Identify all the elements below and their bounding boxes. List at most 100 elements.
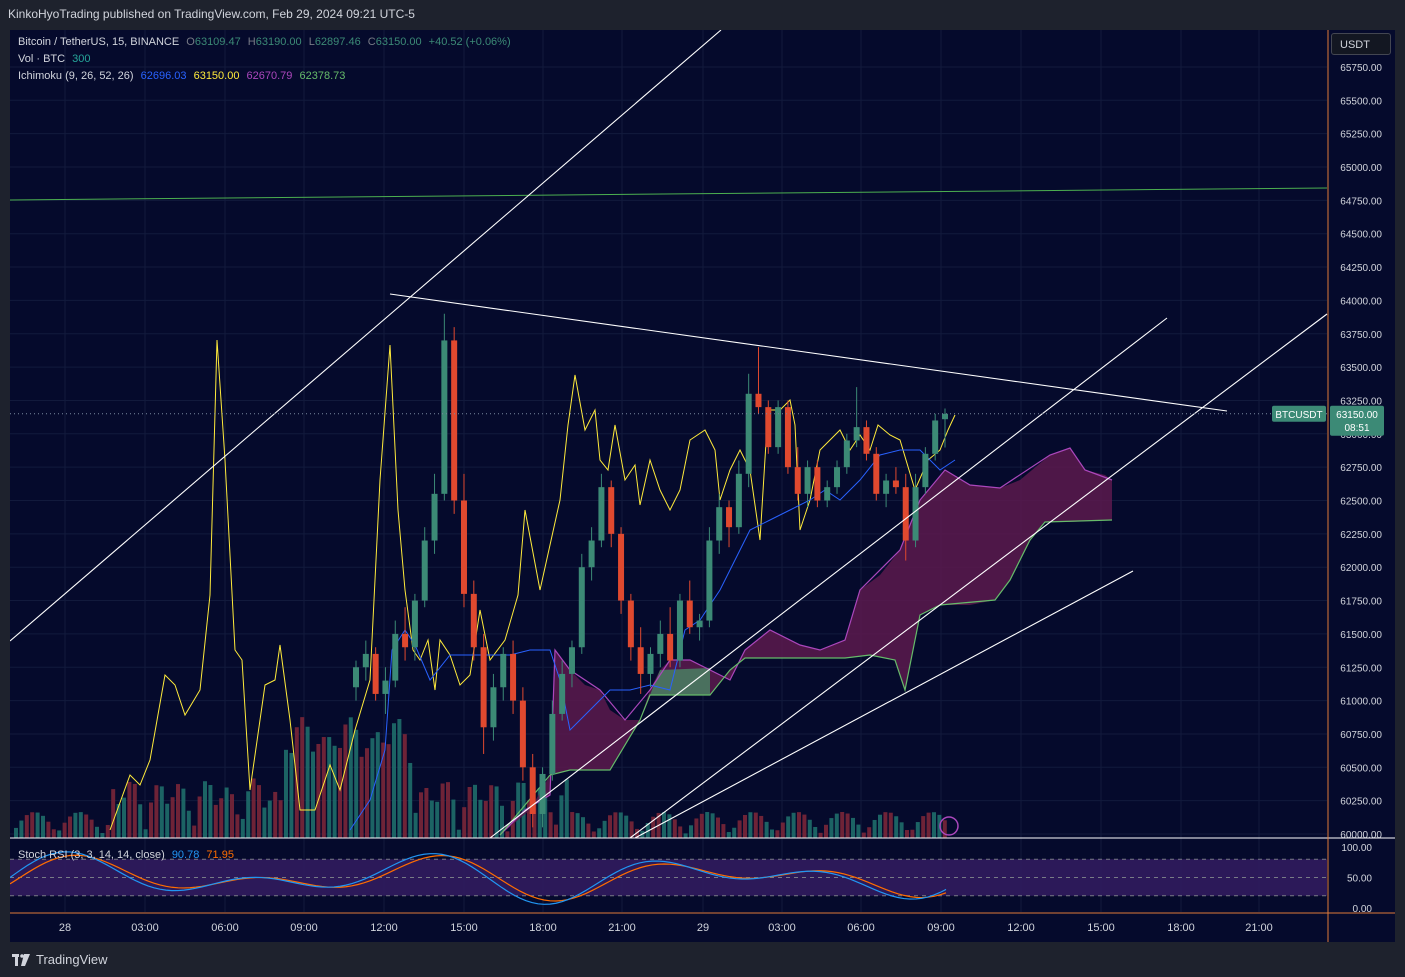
high-value: 63190.00 [255, 36, 302, 48]
candle [775, 407, 782, 448]
volume-bar [338, 747, 342, 838]
volume-bar [89, 819, 94, 838]
volume-bar [51, 829, 56, 838]
volume-bar [581, 817, 585, 838]
volume-bar [122, 797, 126, 838]
stoch-tick-label: 100.00 [1341, 843, 1372, 854]
candle [863, 427, 870, 454]
candle [647, 653, 654, 674]
volume-bar [230, 794, 234, 838]
volume-bar [41, 815, 45, 838]
candle [519, 700, 526, 768]
time-tick-label: 06:00 [211, 922, 239, 934]
symbol-name[interactable]: Bitcoin / TetherUS, 15, BINANCE [18, 36, 179, 48]
volume-bar [246, 791, 251, 838]
volume-bar [575, 813, 580, 838]
volume-bar [203, 781, 207, 838]
candle [902, 487, 909, 541]
volume-bar [699, 813, 704, 838]
volume-bar [240, 818, 245, 838]
volume-bar [289, 752, 294, 838]
price-tick-label: 60750.00 [1340, 730, 1382, 741]
price-tick-label: 64500.00 [1340, 230, 1382, 241]
chart-canvas[interactable]: 65750.00 65500.00 65250.00 65000.00 64750.00… [10, 30, 1395, 942]
volume-label[interactable]: Vol · BTC [18, 53, 65, 65]
open-value: 63109.47 [194, 36, 241, 48]
candle [411, 600, 418, 648]
time-tick-label: 18:00 [1167, 922, 1195, 934]
volume-bar [95, 826, 99, 838]
time-tick-label: 28 [59, 922, 71, 934]
volume-bar [797, 812, 801, 838]
candle [696, 620, 703, 628]
time-tick-label: 21:00 [1245, 922, 1273, 934]
volume-bar [262, 807, 267, 838]
volume-bar [559, 795, 564, 838]
volume-bar [883, 812, 888, 838]
volume-bar [149, 802, 153, 838]
volume-bar [429, 800, 434, 838]
volume-bar [213, 804, 218, 838]
candle [784, 407, 791, 468]
price-tick-label: 63750.00 [1340, 330, 1382, 341]
volume-bar [753, 812, 758, 838]
volume-bar [786, 816, 791, 838]
stoch-tick-label: 50.00 [1347, 874, 1372, 885]
candle [735, 473, 742, 528]
volume-bar [62, 822, 67, 838]
volume-bar [586, 823, 591, 838]
volume-bar [672, 819, 677, 838]
volume-bar [840, 812, 845, 838]
ichimoku-spana-value: 62378.73 [299, 70, 346, 82]
volume-legend: Vol · BTC 300 [18, 53, 95, 65]
volume-bar [899, 822, 904, 838]
volume-bar [483, 800, 488, 838]
candle [598, 487, 605, 541]
candle [353, 667, 359, 688]
price-tick-label: 61250.00 [1340, 663, 1382, 674]
volume-bar [435, 801, 440, 838]
stoch-label[interactable]: Stoch RSI (3, 3, 14, 14, close) [18, 849, 165, 861]
candle [942, 413, 948, 420]
low-value: 62897.46 [314, 36, 361, 48]
time-tick-label: 03:00 [131, 922, 159, 934]
candle [539, 773, 546, 814]
time-tick-label: 06:00 [847, 922, 875, 934]
candle [637, 647, 644, 674]
volume-bar [348, 717, 353, 838]
price-tick-label: 62750.00 [1340, 463, 1382, 474]
ichimoku-label[interactable]: Ichimoku (9, 26, 52, 26) [18, 70, 134, 82]
volume-bar [159, 786, 164, 838]
volume-bar [829, 818, 834, 838]
volume-bar [775, 830, 780, 838]
volume-bar [845, 813, 850, 838]
volume-bar [467, 787, 472, 838]
volume-bar [456, 829, 461, 838]
candle [372, 653, 379, 694]
volume-bar [618, 812, 623, 838]
candle [392, 633, 399, 681]
candle [578, 567, 585, 648]
footer: TradingView [0, 942, 1405, 977]
volume-bar [516, 782, 521, 838]
volume-bar [57, 830, 62, 838]
candle [667, 633, 674, 661]
candle [804, 467, 811, 494]
price-tick-label: 60250.00 [1340, 797, 1382, 808]
currency-button[interactable]: USDT [1331, 33, 1391, 55]
volume-bar [710, 813, 715, 838]
time-tick-label: 03:00 [768, 922, 796, 934]
candle [922, 453, 929, 488]
volume-bar [208, 785, 213, 838]
brand-name: TradingView [36, 952, 108, 967]
time-tick-label: 21:00 [608, 922, 636, 934]
stoch-k-value: 90.78 [171, 849, 200, 861]
price-tick-label: 64000.00 [1340, 296, 1382, 307]
tradingview-logo[interactable]: TradingView [12, 952, 108, 967]
candle [745, 393, 752, 474]
candle [892, 480, 899, 488]
candle [814, 467, 821, 501]
volume-bar [186, 810, 191, 838]
volume-bar [591, 831, 596, 838]
candle [873, 453, 880, 494]
